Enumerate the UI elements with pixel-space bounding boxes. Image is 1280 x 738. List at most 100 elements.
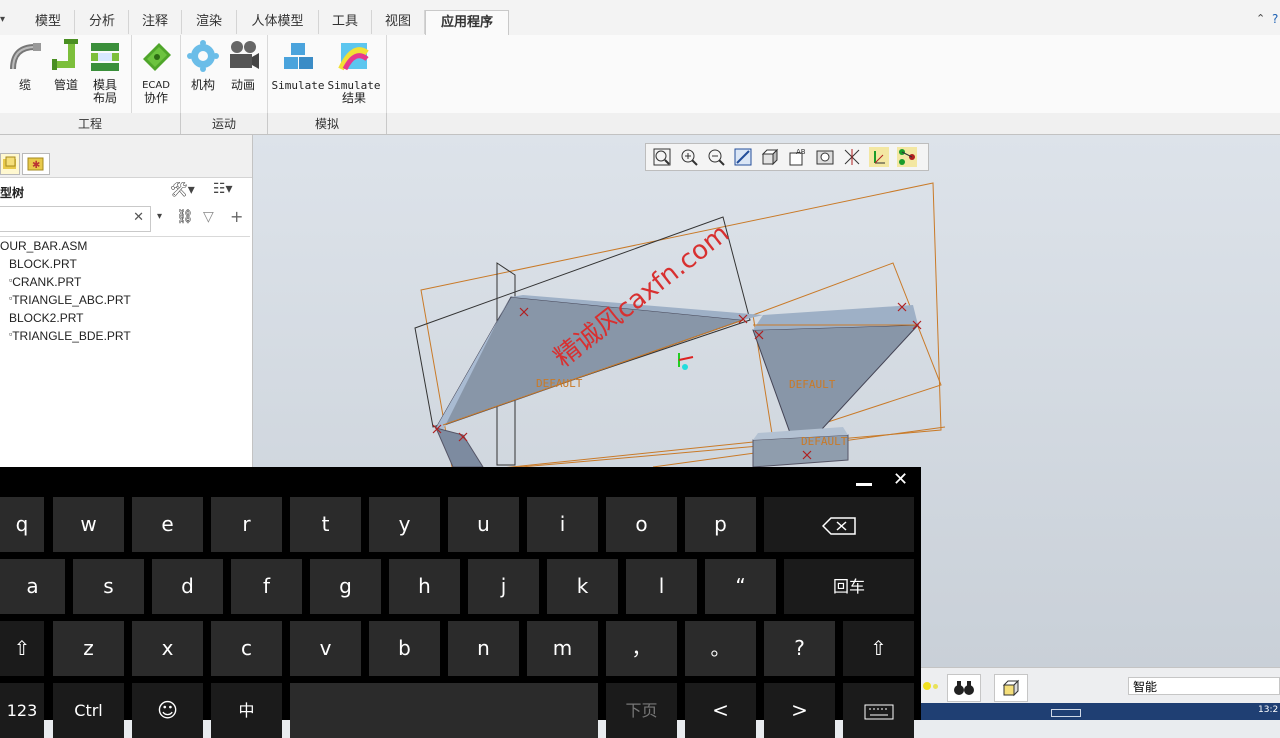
display-style-icon[interactable] xyxy=(760,147,780,167)
space-key[interactable] xyxy=(290,683,598,738)
key-a[interactable]: a xyxy=(0,559,65,614)
group-engineering[interactable]: 工程 xyxy=(0,115,180,132)
search-dropdown-icon[interactable]: ▾ xyxy=(157,211,162,222)
key-e[interactable]: e xyxy=(132,497,203,552)
key-f[interactable]: f xyxy=(231,559,302,614)
key-c[interactable]: c xyxy=(211,621,282,676)
tree-item[interactable]: BLOCK2.PRT xyxy=(9,311,83,325)
tree-search-input[interactable]: ✕ xyxy=(0,206,151,232)
quick-access-dropdown[interactable]: ▾ xyxy=(0,14,5,25)
key-g[interactable]: g xyxy=(310,559,381,614)
key-d[interactable]: d xyxy=(152,559,223,614)
tree-item[interactable]: ▫TRIANGLE_ABC.PRT xyxy=(9,293,131,307)
csys-display-icon[interactable] xyxy=(869,147,889,167)
filter-icon[interactable]: ▽ xyxy=(203,209,214,225)
selection-filter-select[interactable]: 智能 xyxy=(1128,677,1280,695)
close-icon[interactable]: ✕ xyxy=(893,469,908,490)
key-o[interactable]: o xyxy=(606,497,677,552)
numbers-key[interactable]: 123 xyxy=(0,683,44,738)
find-button[interactable] xyxy=(947,674,981,702)
enter-key[interactable]: 回车 xyxy=(784,559,914,614)
tab-applications[interactable]: 应用程序 xyxy=(425,10,509,37)
tree-item-assembly[interactable]: OUR_BAR.ASM xyxy=(0,239,87,253)
ecad-button[interactable]: ECAD 协作 xyxy=(136,39,176,106)
key-r[interactable]: r xyxy=(211,497,282,552)
tab-manikin[interactable]: 人体模型 xyxy=(237,10,319,34)
key-q[interactable]: q xyxy=(0,497,44,552)
ctrl-key[interactable]: Ctrl xyxy=(53,683,124,738)
key-m[interactable]: m xyxy=(527,621,598,676)
key-l[interactable]: l xyxy=(626,559,697,614)
group-simulation[interactable]: 模拟 xyxy=(268,115,386,132)
key-quote[interactable]: “ xyxy=(705,559,776,614)
key-b[interactable]: b xyxy=(369,621,440,676)
group-motion[interactable]: 运动 xyxy=(181,115,267,132)
key-period[interactable]: 。 xyxy=(685,621,756,676)
tree-item[interactable]: BLOCK.PRT xyxy=(9,257,77,271)
mechanism-label: 机构 xyxy=(190,78,215,92)
annotation-display-icon[interactable] xyxy=(897,147,917,167)
keyboard-layout-key[interactable] xyxy=(843,683,914,738)
key-s[interactable]: s xyxy=(73,559,144,614)
cable-button[interactable]: 缆 xyxy=(4,39,46,92)
key-w[interactable]: w xyxy=(53,497,124,552)
tab-render[interactable]: 渲染 xyxy=(182,10,237,34)
language-key[interactable]: 中 xyxy=(211,683,282,738)
tab-analysis[interactable]: 分析 xyxy=(76,10,129,34)
key-v[interactable]: v xyxy=(290,621,361,676)
clear-search-icon[interactable]: ✕ xyxy=(133,210,144,225)
key-u[interactable]: u xyxy=(448,497,519,552)
select-box-button[interactable] xyxy=(994,674,1028,702)
emoji-key[interactable]: ☺ xyxy=(132,683,203,738)
settings-tool-icon[interactable]: 🛠▾ xyxy=(170,182,195,198)
zoom-in-icon[interactable] xyxy=(679,147,699,167)
tab-tools[interactable]: 工具 xyxy=(319,10,372,34)
minimize-ribbon-icon[interactable]: ⌃ xyxy=(1256,12,1265,25)
key-p[interactable]: p xyxy=(685,497,756,552)
refit-icon[interactable] xyxy=(652,147,672,167)
tab-view[interactable]: 视图 xyxy=(372,10,425,34)
right-arrow-key[interactable]: > xyxy=(764,683,835,738)
tab-model[interactable]: 模型 xyxy=(22,10,75,34)
left-arrow-key[interactable]: < xyxy=(685,683,756,738)
shift-left-key[interactable]: ⇧ xyxy=(0,621,44,676)
animation-button[interactable]: 动画 xyxy=(224,39,262,92)
saved-orientations-icon[interactable]: AB xyxy=(787,147,807,167)
add-column-icon[interactable]: + xyxy=(230,207,243,226)
show-list-icon[interactable]: ☷▾ xyxy=(213,181,233,197)
key-h[interactable]: h xyxy=(389,559,460,614)
next-page-key[interactable]: 下页 xyxy=(606,683,677,738)
simulate-button[interactable]: Simulate xyxy=(271,39,325,92)
datum-label: DEFAULT xyxy=(801,435,848,448)
tray-keyboard-icon[interactable] xyxy=(1051,709,1081,717)
key-x[interactable]: x xyxy=(132,621,203,676)
key-z[interactable]: z xyxy=(53,621,124,676)
key-j[interactable]: j xyxy=(468,559,539,614)
zoom-out-icon[interactable] xyxy=(706,147,726,167)
tree-item[interactable]: ▫TRIANGLE_BDE.PRT xyxy=(9,329,131,343)
key-t[interactable]: t xyxy=(290,497,361,552)
folder-tab-icon[interactable] xyxy=(0,153,20,175)
key-question[interactable]: ? xyxy=(764,621,835,676)
key-y[interactable]: y xyxy=(369,497,440,552)
datum-display-icon[interactable] xyxy=(842,147,862,167)
key-k[interactable]: k xyxy=(547,559,618,614)
help-icon[interactable]: ? xyxy=(1272,12,1278,26)
mold-layout-button[interactable]: 模具 布局 xyxy=(86,39,124,105)
simulate-results-button[interactable]: Simulate 结果 xyxy=(327,39,381,105)
piping-button[interactable]: 管道 xyxy=(48,39,84,92)
find-binoculars-icon[interactable]: ⛓ xyxy=(176,209,194,225)
dock-icon[interactable] xyxy=(856,474,872,486)
favorites-tab-icon[interactable]: ✱ xyxy=(22,153,50,175)
shift-right-key[interactable]: ⇧ xyxy=(843,621,914,676)
key-i[interactable]: i xyxy=(527,497,598,552)
cable-label: 缆 xyxy=(18,78,31,92)
key-n[interactable]: n xyxy=(448,621,519,676)
backspace-key[interactable] xyxy=(764,497,914,552)
mechanism-button[interactable]: 机构 xyxy=(184,39,222,92)
repaint-icon[interactable] xyxy=(733,147,753,167)
tab-annotate[interactable]: 注释 xyxy=(129,10,182,34)
key-comma[interactable]: ， xyxy=(606,621,677,676)
tree-item[interactable]: ▫CRANK.PRT xyxy=(9,275,81,289)
view-manager-icon[interactable] xyxy=(815,147,835,167)
